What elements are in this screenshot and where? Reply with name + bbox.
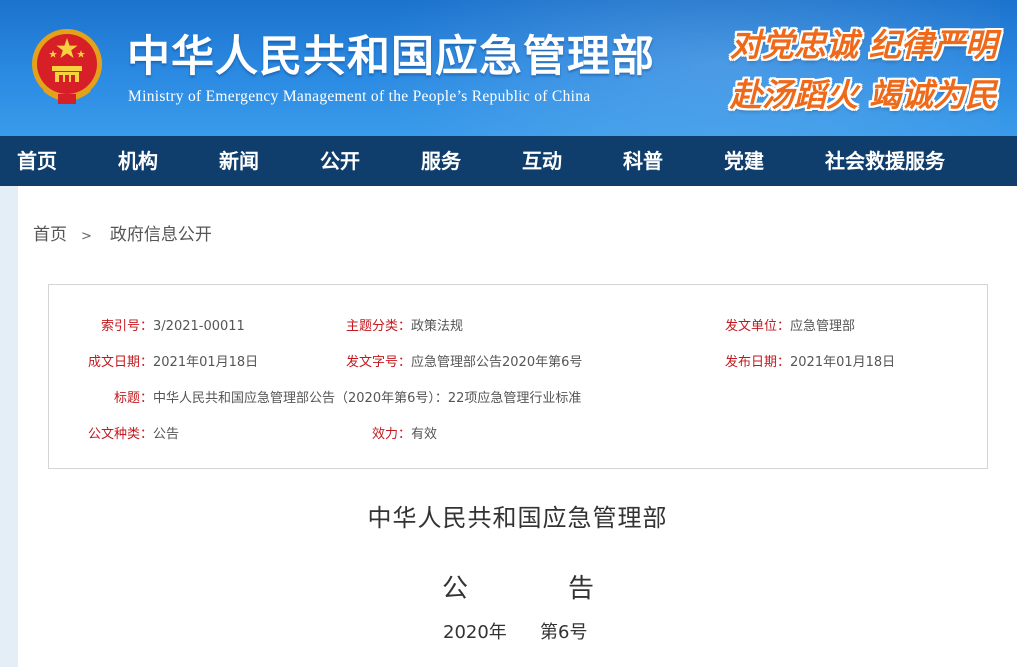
national-emblem-icon[interactable] (28, 26, 106, 106)
meta-docno-value: 应急管理部公告2020年第6号 (411, 355, 583, 370)
nav-item-party[interactable]: 党建 (724, 136, 764, 186)
meta-issuer-label: 发文单位： (725, 319, 791, 334)
breadcrumb-separator: > (81, 229, 92, 244)
nav-item-organization[interactable]: 机构 (118, 136, 158, 186)
content-panel: 首页 > 政府信息公开 索引号：3/2021-00011 主题分类：政策法规 发文单… (18, 186, 1017, 667)
meta-docno-label: 发文字号： (346, 355, 412, 370)
meta-document-type: 公文种类：公告 (88, 423, 179, 442)
meta-index: 索引号：3/2021-00011 (101, 315, 245, 334)
meta-title: 标题：中华人民共和国应急管理部公告（2020年第6号）：22项应急管理行业标准 (114, 387, 581, 406)
meta-validity-label: 效力： (372, 427, 412, 442)
meta-issuer: 发文单位：应急管理部 (725, 315, 855, 334)
nav-item-interaction[interactable]: 互动 (522, 136, 562, 186)
meta-published-value: 2021年01月18日 (790, 355, 896, 370)
breadcrumb: 首页 > 政府信息公开 (33, 220, 212, 245)
nav-item-services[interactable]: 服务 (421, 136, 461, 186)
meta-title-value: 中华人民共和国应急管理部公告（2020年第6号）：22项应急管理行业标准 (153, 391, 582, 406)
meta-topic-label: 主题分类： (346, 319, 412, 334)
meta-validity-value: 有效 (411, 427, 438, 442)
meta-title-label: 标题： (114, 391, 154, 406)
breadcrumb-home-link[interactable]: 首页 (33, 225, 67, 245)
nav-item-science[interactable]: 科普 (623, 136, 663, 186)
main-nav: 首页 机构 新闻 公开 服务 互动 科普 党建 社会救援服务 (0, 136, 1017, 186)
slogan-line-1: 对党忠诚 纪律严明 (729, 26, 997, 64)
meta-index-value: 3/2021-00011 (153, 319, 245, 334)
meta-published-date: 发布日期：2021年01月18日 (725, 351, 895, 370)
nav-item-home[interactable]: 首页 (17, 136, 57, 186)
document-heading: 中华人民共和国应急管理部 (367, 504, 668, 532)
nav-item-disclosure[interactable]: 公开 (320, 136, 360, 186)
meta-created-label: 成文日期： (88, 355, 154, 370)
document-metadata-box: 索引号：3/2021-00011 主题分类：政策法规 发文单位：应急管理部 成文… (48, 284, 988, 469)
document-number: 第6号 (540, 622, 588, 643)
meta-topic-value: 政策法规 (411, 319, 464, 334)
site-header: 中华人民共和国应急管理部 Ministry of Emergency Manag… (0, 0, 1017, 136)
breadcrumb-current-link[interactable]: 政府信息公开 (110, 225, 212, 245)
slogan-line-2: 赴汤蹈火 竭诚为民 (729, 76, 997, 114)
document-gong: 公 (442, 574, 469, 604)
meta-validity: 效力：有效 (372, 423, 437, 442)
nav-item-rescue-services[interactable]: 社会救援服务 (825, 136, 945, 186)
meta-issuer-value: 应急管理部 (790, 319, 856, 334)
nav-item-news[interactable]: 新闻 (219, 136, 259, 186)
meta-created-date: 成文日期：2021年01月18日 (88, 351, 258, 370)
meta-published-label: 发布日期： (725, 355, 791, 370)
site-subtitle: Ministry of Emergency Management of the … (128, 88, 591, 105)
document-year: 2020年 (443, 622, 507, 643)
meta-type-label: 公文种类： (88, 427, 154, 442)
meta-created-value: 2021年01月18日 (153, 355, 259, 370)
meta-document-number: 发文字号：应急管理部公告2020年第6号 (346, 351, 582, 370)
meta-index-label: 索引号： (101, 319, 154, 334)
site-title: 中华人民共和国应急管理部 (127, 32, 655, 82)
document-gao: 告 (568, 574, 595, 604)
meta-topic: 主题分类：政策法规 (346, 315, 463, 334)
meta-type-value: 公告 (153, 427, 180, 442)
